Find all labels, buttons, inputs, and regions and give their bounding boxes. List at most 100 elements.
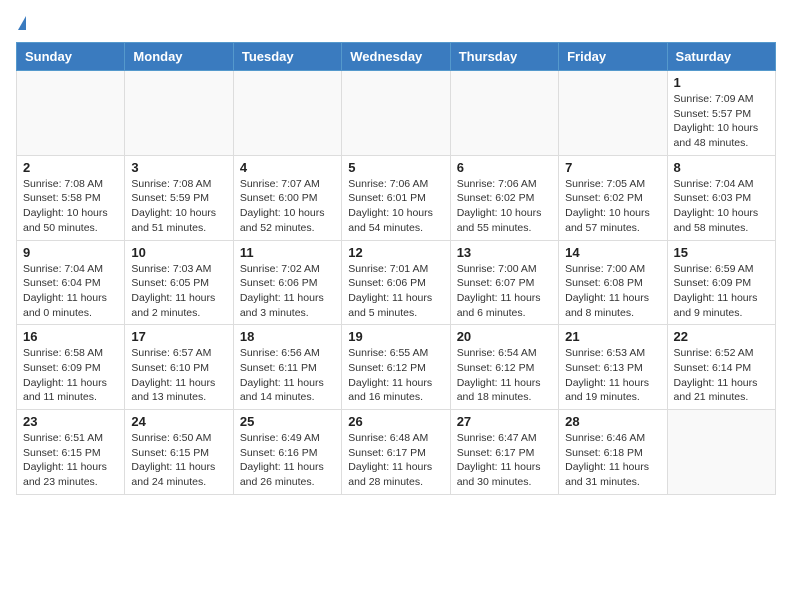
calendar-cell-w5-d6: 28 Sunrise: 6:46 AM Sunset: 6:18 PM Dayli…: [559, 410, 667, 495]
day-number: 18: [240, 329, 335, 344]
calendar-cell-w4-d7: 22 Sunrise: 6:52 AM Sunset: 6:14 PM Dayli…: [667, 325, 775, 410]
calendar-cell-w3-d4: 12 Sunrise: 7:01 AM Sunset: 6:06 PM Dayli…: [342, 240, 450, 325]
day-number: 21: [565, 329, 660, 344]
weekday-header-wednesday: Wednesday: [342, 43, 450, 71]
calendar-cell-w4-d6: 21 Sunrise: 6:53 AM Sunset: 6:13 PM Dayli…: [559, 325, 667, 410]
calendar-cell-w3-d5: 13 Sunrise: 7:00 AM Sunset: 6:07 PM Dayli…: [450, 240, 558, 325]
day-number: 10: [131, 245, 226, 260]
day-info: Sunrise: 6:57 AM Sunset: 6:10 PM Dayligh…: [131, 346, 226, 405]
day-number: 6: [457, 160, 552, 175]
calendar-cell-w4-d4: 19 Sunrise: 6:55 AM Sunset: 6:12 PM Dayli…: [342, 325, 450, 410]
calendar-cell-w1-d1: [17, 71, 125, 156]
calendar-cell-w1-d5: [450, 71, 558, 156]
day-number: 17: [131, 329, 226, 344]
day-number: 27: [457, 414, 552, 429]
calendar-cell-w5-d2: 24 Sunrise: 6:50 AM Sunset: 6:15 PM Dayli…: [125, 410, 233, 495]
day-number: 16: [23, 329, 118, 344]
day-number: 13: [457, 245, 552, 260]
logo: [16, 16, 26, 30]
day-info: Sunrise: 7:08 AM Sunset: 5:58 PM Dayligh…: [23, 177, 118, 236]
calendar-cell-w1-d4: [342, 71, 450, 156]
day-number: 4: [240, 160, 335, 175]
day-number: 3: [131, 160, 226, 175]
day-info: Sunrise: 6:55 AM Sunset: 6:12 PM Dayligh…: [348, 346, 443, 405]
calendar-cell-w5-d5: 27 Sunrise: 6:47 AM Sunset: 6:17 PM Dayli…: [450, 410, 558, 495]
calendar-cell-w5-d3: 25 Sunrise: 6:49 AM Sunset: 6:16 PM Dayli…: [233, 410, 341, 495]
calendar-cell-w3-d3: 11 Sunrise: 7:02 AM Sunset: 6:06 PM Dayli…: [233, 240, 341, 325]
calendar-cell-w1-d2: [125, 71, 233, 156]
day-info: Sunrise: 7:01 AM Sunset: 6:06 PM Dayligh…: [348, 262, 443, 321]
day-info: Sunrise: 6:48 AM Sunset: 6:17 PM Dayligh…: [348, 431, 443, 490]
day-info: Sunrise: 7:06 AM Sunset: 6:01 PM Dayligh…: [348, 177, 443, 236]
day-info: Sunrise: 7:08 AM Sunset: 5:59 PM Dayligh…: [131, 177, 226, 236]
week-row-2: 2 Sunrise: 7:08 AM Sunset: 5:58 PM Daylig…: [17, 155, 776, 240]
day-number: 25: [240, 414, 335, 429]
weekday-header-row: SundayMondayTuesdayWednesdayThursdayFrid…: [17, 43, 776, 71]
calendar-cell-w2-d3: 4 Sunrise: 7:07 AM Sunset: 6:00 PM Daylig…: [233, 155, 341, 240]
calendar-table: SundayMondayTuesdayWednesdayThursdayFrid…: [16, 42, 776, 495]
calendar-cell-w4-d3: 18 Sunrise: 6:56 AM Sunset: 6:11 PM Dayli…: [233, 325, 341, 410]
week-row-1: 1 Sunrise: 7:09 AM Sunset: 5:57 PM Daylig…: [17, 71, 776, 156]
day-info: Sunrise: 6:56 AM Sunset: 6:11 PM Dayligh…: [240, 346, 335, 405]
calendar-cell-w1-d6: [559, 71, 667, 156]
weekday-header-saturday: Saturday: [667, 43, 775, 71]
day-info: Sunrise: 6:50 AM Sunset: 6:15 PM Dayligh…: [131, 431, 226, 490]
logo-triangle-icon: [18, 16, 26, 30]
calendar-cell-w2-d2: 3 Sunrise: 7:08 AM Sunset: 5:59 PM Daylig…: [125, 155, 233, 240]
calendar-cell-w1-d7: 1 Sunrise: 7:09 AM Sunset: 5:57 PM Daylig…: [667, 71, 775, 156]
day-info: Sunrise: 6:53 AM Sunset: 6:13 PM Dayligh…: [565, 346, 660, 405]
weekday-header-friday: Friday: [559, 43, 667, 71]
calendar-cell-w2-d5: 6 Sunrise: 7:06 AM Sunset: 6:02 PM Daylig…: [450, 155, 558, 240]
day-info: Sunrise: 7:00 AM Sunset: 6:07 PM Dayligh…: [457, 262, 552, 321]
calendar-cell-w3-d2: 10 Sunrise: 7:03 AM Sunset: 6:05 PM Dayli…: [125, 240, 233, 325]
day-number: 1: [674, 75, 769, 90]
calendar-cell-w2-d7: 8Sunrise: 7:04 AM Sunset: 6:03 PM Daylig…: [667, 155, 775, 240]
day-info: Sunrise: 6:54 AM Sunset: 6:12 PM Dayligh…: [457, 346, 552, 405]
calendar-cell-w3-d1: 9 Sunrise: 7:04 AM Sunset: 6:04 PM Daylig…: [17, 240, 125, 325]
day-number: 20: [457, 329, 552, 344]
day-number: 9: [23, 245, 118, 260]
day-number: 7: [565, 160, 660, 175]
calendar-cell-w3-d7: 15 Sunrise: 6:59 AM Sunset: 6:09 PM Dayli…: [667, 240, 775, 325]
calendar-cell-w2-d4: 5 Sunrise: 7:06 AM Sunset: 6:01 PM Daylig…: [342, 155, 450, 240]
day-info: Sunrise: 7:06 AM Sunset: 6:02 PM Dayligh…: [457, 177, 552, 236]
day-info: Sunrise: 7:04 AM Sunset: 6:04 PM Dayligh…: [23, 262, 118, 321]
page-header: [16, 16, 776, 30]
week-row-5: 23Sunrise: 6:51 AM Sunset: 6:15 PM Dayli…: [17, 410, 776, 495]
day-number: 5: [348, 160, 443, 175]
day-number: 28: [565, 414, 660, 429]
day-number: 26: [348, 414, 443, 429]
weekday-header-monday: Monday: [125, 43, 233, 71]
weekday-header-sunday: Sunday: [17, 43, 125, 71]
week-row-3: 9 Sunrise: 7:04 AM Sunset: 6:04 PM Daylig…: [17, 240, 776, 325]
day-info: Sunrise: 6:52 AM Sunset: 6:14 PM Dayligh…: [674, 346, 769, 405]
weekday-header-thursday: Thursday: [450, 43, 558, 71]
day-number: 8: [674, 160, 769, 175]
day-info: Sunrise: 6:46 AM Sunset: 6:18 PM Dayligh…: [565, 431, 660, 490]
day-info: Sunrise: 7:07 AM Sunset: 6:00 PM Dayligh…: [240, 177, 335, 236]
day-number: 2: [23, 160, 118, 175]
calendar-cell-w3-d6: 14 Sunrise: 7:00 AM Sunset: 6:08 PM Dayli…: [559, 240, 667, 325]
day-info: Sunrise: 6:47 AM Sunset: 6:17 PM Dayligh…: [457, 431, 552, 490]
day-info: Sunrise: 6:49 AM Sunset: 6:16 PM Dayligh…: [240, 431, 335, 490]
calendar-cell-w5-d7: [667, 410, 775, 495]
day-number: 24: [131, 414, 226, 429]
day-number: 12: [348, 245, 443, 260]
day-number: 14: [565, 245, 660, 260]
day-info: Sunrise: 7:02 AM Sunset: 6:06 PM Dayligh…: [240, 262, 335, 321]
day-number: 15: [674, 245, 769, 260]
day-info: Sunrise: 7:03 AM Sunset: 6:05 PM Dayligh…: [131, 262, 226, 321]
day-number: 11: [240, 245, 335, 260]
calendar-cell-w5-d4: 26 Sunrise: 6:48 AM Sunset: 6:17 PM Dayli…: [342, 410, 450, 495]
day-info: Sunrise: 7:09 AM Sunset: 5:57 PM Dayligh…: [674, 92, 769, 151]
calendar-cell-w4-d5: 20 Sunrise: 6:54 AM Sunset: 6:12 PM Dayli…: [450, 325, 558, 410]
day-info: Sunrise: 7:00 AM Sunset: 6:08 PM Dayligh…: [565, 262, 660, 321]
day-number: 22: [674, 329, 769, 344]
calendar-cell-w1-d3: [233, 71, 341, 156]
calendar-cell-w4-d1: 16Sunrise: 6:58 AM Sunset: 6:09 PM Dayli…: [17, 325, 125, 410]
calendar-cell-w4-d2: 17 Sunrise: 6:57 AM Sunset: 6:10 PM Dayli…: [125, 325, 233, 410]
day-number: 19: [348, 329, 443, 344]
weekday-header-tuesday: Tuesday: [233, 43, 341, 71]
day-info: Sunrise: 6:51 AM Sunset: 6:15 PM Dayligh…: [23, 431, 118, 490]
day-info: Sunrise: 6:59 AM Sunset: 6:09 PM Dayligh…: [674, 262, 769, 321]
